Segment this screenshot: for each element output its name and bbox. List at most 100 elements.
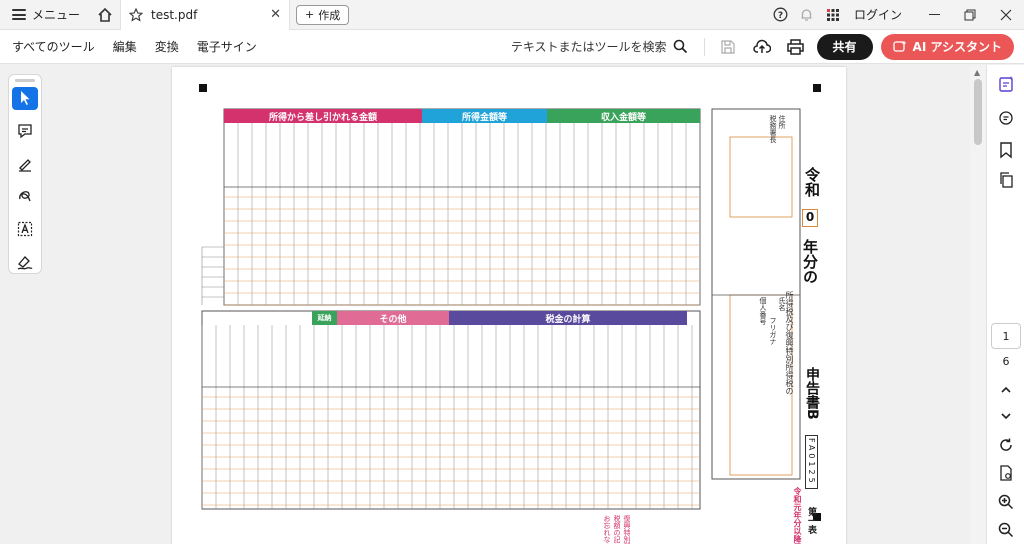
plus-icon: +	[305, 8, 315, 21]
ai-panel-button[interactable]	[993, 71, 1019, 97]
page-tools-button[interactable]	[993, 460, 1019, 486]
scroll-thumb[interactable]	[974, 79, 982, 145]
quick-tools-rail	[8, 74, 42, 274]
new-tab-label: 作成	[318, 8, 341, 22]
close-icon	[1000, 9, 1012, 20]
ai-assistant-button[interactable]: AI アシスタント	[880, 33, 1014, 60]
chevron-down-icon	[1001, 413, 1011, 420]
search-label: テキストまたはツールを検索	[510, 40, 667, 54]
header-income-amount: 所得金額等	[461, 112, 507, 123]
toolbar-divider	[703, 37, 705, 56]
cursor-arrow-icon	[21, 91, 30, 106]
refresh-icon	[1000, 438, 1012, 451]
svg-text:?: ?	[778, 11, 783, 21]
form-label-address: 住所	[778, 115, 786, 129]
search-icon	[673, 39, 687, 54]
home-button[interactable]	[90, 0, 120, 30]
zoom-out-icon	[998, 522, 1014, 538]
minimize-button[interactable]	[916, 0, 952, 30]
bookmarks-panel-button[interactable]	[993, 137, 1019, 163]
tab-title: test.pdf	[151, 7, 198, 22]
header-tax-calc: 税金の計算	[545, 314, 591, 325]
tool-search[interactable]: テキストまたはツールを検索	[511, 38, 698, 55]
form-label-zip: 個人番号	[759, 297, 767, 325]
print-button[interactable]	[779, 32, 813, 62]
header-extension: 延納	[317, 314, 332, 322]
close-tab-icon[interactable]: ✕	[270, 7, 281, 22]
draw-tool-button[interactable]	[12, 185, 38, 208]
help-icon: ?	[774, 7, 788, 22]
notification-button[interactable]	[794, 0, 820, 30]
form-title-end: 申告書B	[804, 367, 820, 420]
ai-document-icon	[999, 76, 1013, 92]
form-era: 令和	[803, 167, 821, 197]
pages-panel-button[interactable]	[993, 167, 1019, 193]
menu-all-tools[interactable]: すべてのツール	[0, 38, 104, 55]
pdf-page: 令和 0 年分の 所得税及び復興特別所得税の 申告書B FA0125 第一表 令…	[172, 67, 846, 544]
comment-search-icon	[999, 111, 1013, 125]
save-button[interactable]	[711, 32, 745, 62]
menu-e-sign[interactable]: 電子サイン	[188, 38, 266, 55]
restore-button[interactable]	[952, 0, 988, 30]
minimize-icon	[928, 14, 940, 15]
freehand-loop-icon	[19, 191, 31, 202]
form-code: FA0125	[805, 435, 818, 489]
menu-button[interactable]: メニュー	[0, 0, 90, 30]
new-tab-button[interactable]: + 作成	[296, 4, 350, 25]
login-link[interactable]: ログイン	[846, 6, 916, 23]
zoom-in-icon	[998, 494, 1014, 510]
chevron-up-icon	[1001, 386, 1011, 393]
menu-label: メニュー	[32, 8, 81, 22]
page-up-button[interactable]	[993, 377, 1019, 403]
sign-tool-button[interactable]	[12, 250, 38, 273]
tab-test-pdf[interactable]: test.pdf ✕	[120, 0, 291, 30]
tax-form-drawing	[199, 84, 821, 521]
header-income: 収入金額等	[600, 112, 646, 123]
zoom-in-button[interactable]	[993, 489, 1019, 515]
apps-button[interactable]	[820, 0, 846, 30]
highlight-tool-button[interactable]	[12, 152, 38, 175]
pen-icon	[19, 158, 31, 172]
signature-pen-icon	[17, 255, 33, 270]
form-label-tax-office: 税務署長	[769, 115, 777, 143]
close-window-button[interactable]	[988, 0, 1024, 30]
print-icon	[787, 38, 804, 55]
vertical-scrollbar[interactable]: ▲	[970, 65, 986, 544]
form-label-name: 氏名	[778, 297, 786, 311]
share-button[interactable]: 共有	[816, 33, 873, 60]
comment-icon	[18, 124, 32, 139]
menu-convert[interactable]: 変換	[146, 38, 188, 55]
rotate-button[interactable]	[993, 432, 1019, 458]
upload-cloud-icon	[752, 39, 771, 53]
copy-pages-icon	[1000, 172, 1013, 188]
document-viewport[interactable]: 令和 0 年分の 所得税及び復興特別所得税の 申告書B FA0125 第一表 令…	[0, 65, 970, 544]
scroll-up-arrow-icon[interactable]: ▲	[974, 68, 982, 77]
current-page-input[interactable]: 1	[991, 323, 1021, 349]
main-toolbar: すべてのツール 編集 変換 電子サイン テキストまたはツールを検索 共有 AI …	[0, 30, 1024, 64]
comment-tool-button[interactable]	[12, 120, 38, 143]
star-icon[interactable]	[129, 7, 144, 22]
form-bottom-warn: 復興特別所得税額の記入をお忘れなく。	[603, 515, 631, 544]
ai-assistant-label: AI アシスタント	[912, 40, 1002, 54]
upload-button[interactable]	[745, 32, 779, 62]
text-box-tool-button[interactable]	[12, 218, 38, 241]
page-down-button[interactable]	[993, 403, 1019, 429]
save-icon	[720, 39, 735, 54]
form-table-label: 第一表	[806, 507, 816, 534]
text-box-icon	[17, 221, 33, 237]
rail-grip[interactable]	[15, 79, 35, 82]
header-other: その他	[379, 314, 407, 325]
right-panel-rail: 1 6	[986, 65, 1024, 544]
header-deductions: 所得から差し引かれる金額	[268, 112, 377, 123]
home-icon	[98, 7, 112, 22]
select-tool-button[interactable]	[12, 87, 38, 110]
zoom-out-button[interactable]	[993, 517, 1019, 543]
form-title-main: 年分の	[801, 239, 819, 284]
bell-icon	[801, 9, 812, 21]
tab-bar: メニュー test.pdf ✕ + 作成 ? ログイン	[0, 0, 1024, 30]
help-button[interactable]: ?	[768, 0, 794, 30]
form-year-box: 0	[802, 209, 818, 227]
ai-sparkle-icon	[892, 40, 907, 52]
menu-edit[interactable]: 編集	[104, 38, 146, 55]
comments-panel-button[interactable]	[993, 105, 1019, 131]
